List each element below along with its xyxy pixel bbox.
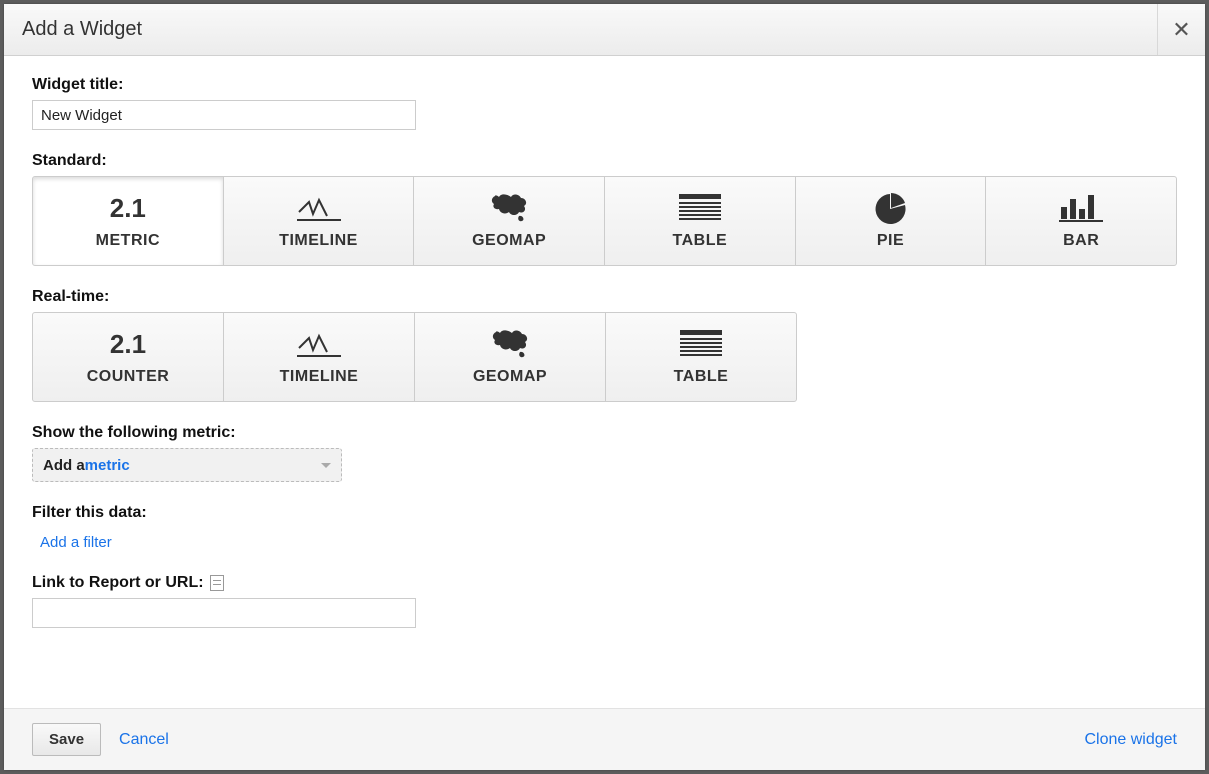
standard-tile-label: GEOMAP	[472, 232, 546, 250]
clone-widget-link[interactable]: Clone widget	[1085, 731, 1178, 749]
realtime-tile-table[interactable]: TABLE	[605, 312, 797, 402]
table-icon	[679, 194, 721, 222]
standard-tile-metric[interactable]: 2.1 METRIC	[32, 176, 224, 266]
realtime-tile-timeline[interactable]: TIMELINE	[223, 312, 415, 402]
realtime-tile-label: TABLE	[674, 368, 729, 386]
standard-tile-label: METRIC	[96, 232, 160, 250]
chevron-down-icon	[321, 463, 331, 468]
add-metric-prefix: Add a	[43, 457, 85, 474]
realtime-tile-label: GEOMAP	[473, 368, 547, 386]
close-button[interactable]: ✕	[1157, 4, 1205, 55]
widget-title-section: Widget title:	[32, 76, 1177, 130]
standard-tile-bar[interactable]: BAR	[985, 176, 1177, 266]
dialog-header: Add a Widget ✕	[4, 4, 1205, 56]
close-icon: ✕	[1172, 17, 1190, 43]
timeline-icon	[297, 330, 341, 358]
standard-tileset: 2.1 METRIC TIMELINE GEOMAP TABLE PIE BAR	[32, 176, 1177, 266]
widget-title-label: Widget title:	[32, 76, 1177, 94]
geomap-icon	[489, 192, 529, 224]
standard-tile-label: TIMELINE	[279, 232, 358, 250]
realtime-section: Real-time: 2.1 COUNTER TIMELINE GEOMAP TABLE	[32, 288, 1177, 402]
bar-icon	[1059, 193, 1103, 223]
show-metric-label: Show the following metric:	[32, 424, 1177, 442]
link-section: Link to Report or URL:	[32, 574, 1177, 628]
timeline-icon	[297, 194, 341, 222]
standard-section: Standard: 2.1 METRIC TIMELINE GEOMAP TABLE PI…	[32, 152, 1177, 266]
add-metric-link-text: metric	[85, 457, 130, 474]
geomap-icon	[490, 328, 530, 360]
cancel-link[interactable]: Cancel	[119, 731, 169, 749]
standard-tile-pie[interactable]: PIE	[795, 176, 987, 266]
metric-section: Show the following metric: Add a metric	[32, 424, 1177, 482]
filter-section: Filter this data: Add a filter	[32, 504, 1177, 552]
number-icon: 2.1	[110, 193, 146, 224]
standard-tile-timeline[interactable]: TIMELINE	[223, 176, 415, 266]
report-icon	[210, 575, 224, 591]
standard-label: Standard:	[32, 152, 1177, 170]
pie-icon	[875, 192, 907, 224]
number-icon: 2.1	[110, 329, 146, 360]
realtime-tile-geomap[interactable]: GEOMAP	[414, 312, 606, 402]
table-icon	[680, 330, 722, 358]
realtime-label: Real-time:	[32, 288, 1177, 306]
filter-data-label: Filter this data:	[32, 504, 1177, 522]
standard-tile-table[interactable]: TABLE	[604, 176, 796, 266]
widget-title-input[interactable]	[32, 100, 416, 130]
link-to-label: Link to Report or URL:	[32, 574, 204, 592]
save-button[interactable]: Save	[32, 723, 101, 756]
realtime-tileset: 2.1 COUNTER TIMELINE GEOMAP TABLE	[32, 312, 1177, 402]
dialog-footer: Save Cancel Clone widget	[4, 708, 1205, 770]
realtime-tile-counter[interactable]: 2.1 COUNTER	[32, 312, 224, 402]
standard-tile-geomap[interactable]: GEOMAP	[413, 176, 605, 266]
add-widget-dialog: Add a Widget ✕ Widget title: Standard: 2…	[4, 4, 1205, 770]
standard-tile-label: TABLE	[673, 232, 728, 250]
realtime-tile-label: COUNTER	[87, 368, 170, 386]
dialog-body: Widget title: Standard: 2.1 METRIC TIMELIN…	[4, 56, 1205, 708]
realtime-tile-label: TIMELINE	[280, 368, 359, 386]
add-filter-link[interactable]: Add a filter	[40, 528, 112, 551]
link-url-input[interactable]	[32, 598, 416, 628]
standard-tile-label: PIE	[877, 232, 904, 250]
dialog-title: Add a Widget	[4, 4, 1157, 55]
add-metric-dropdown[interactable]: Add a metric	[32, 448, 342, 482]
standard-tile-label: BAR	[1063, 232, 1099, 250]
